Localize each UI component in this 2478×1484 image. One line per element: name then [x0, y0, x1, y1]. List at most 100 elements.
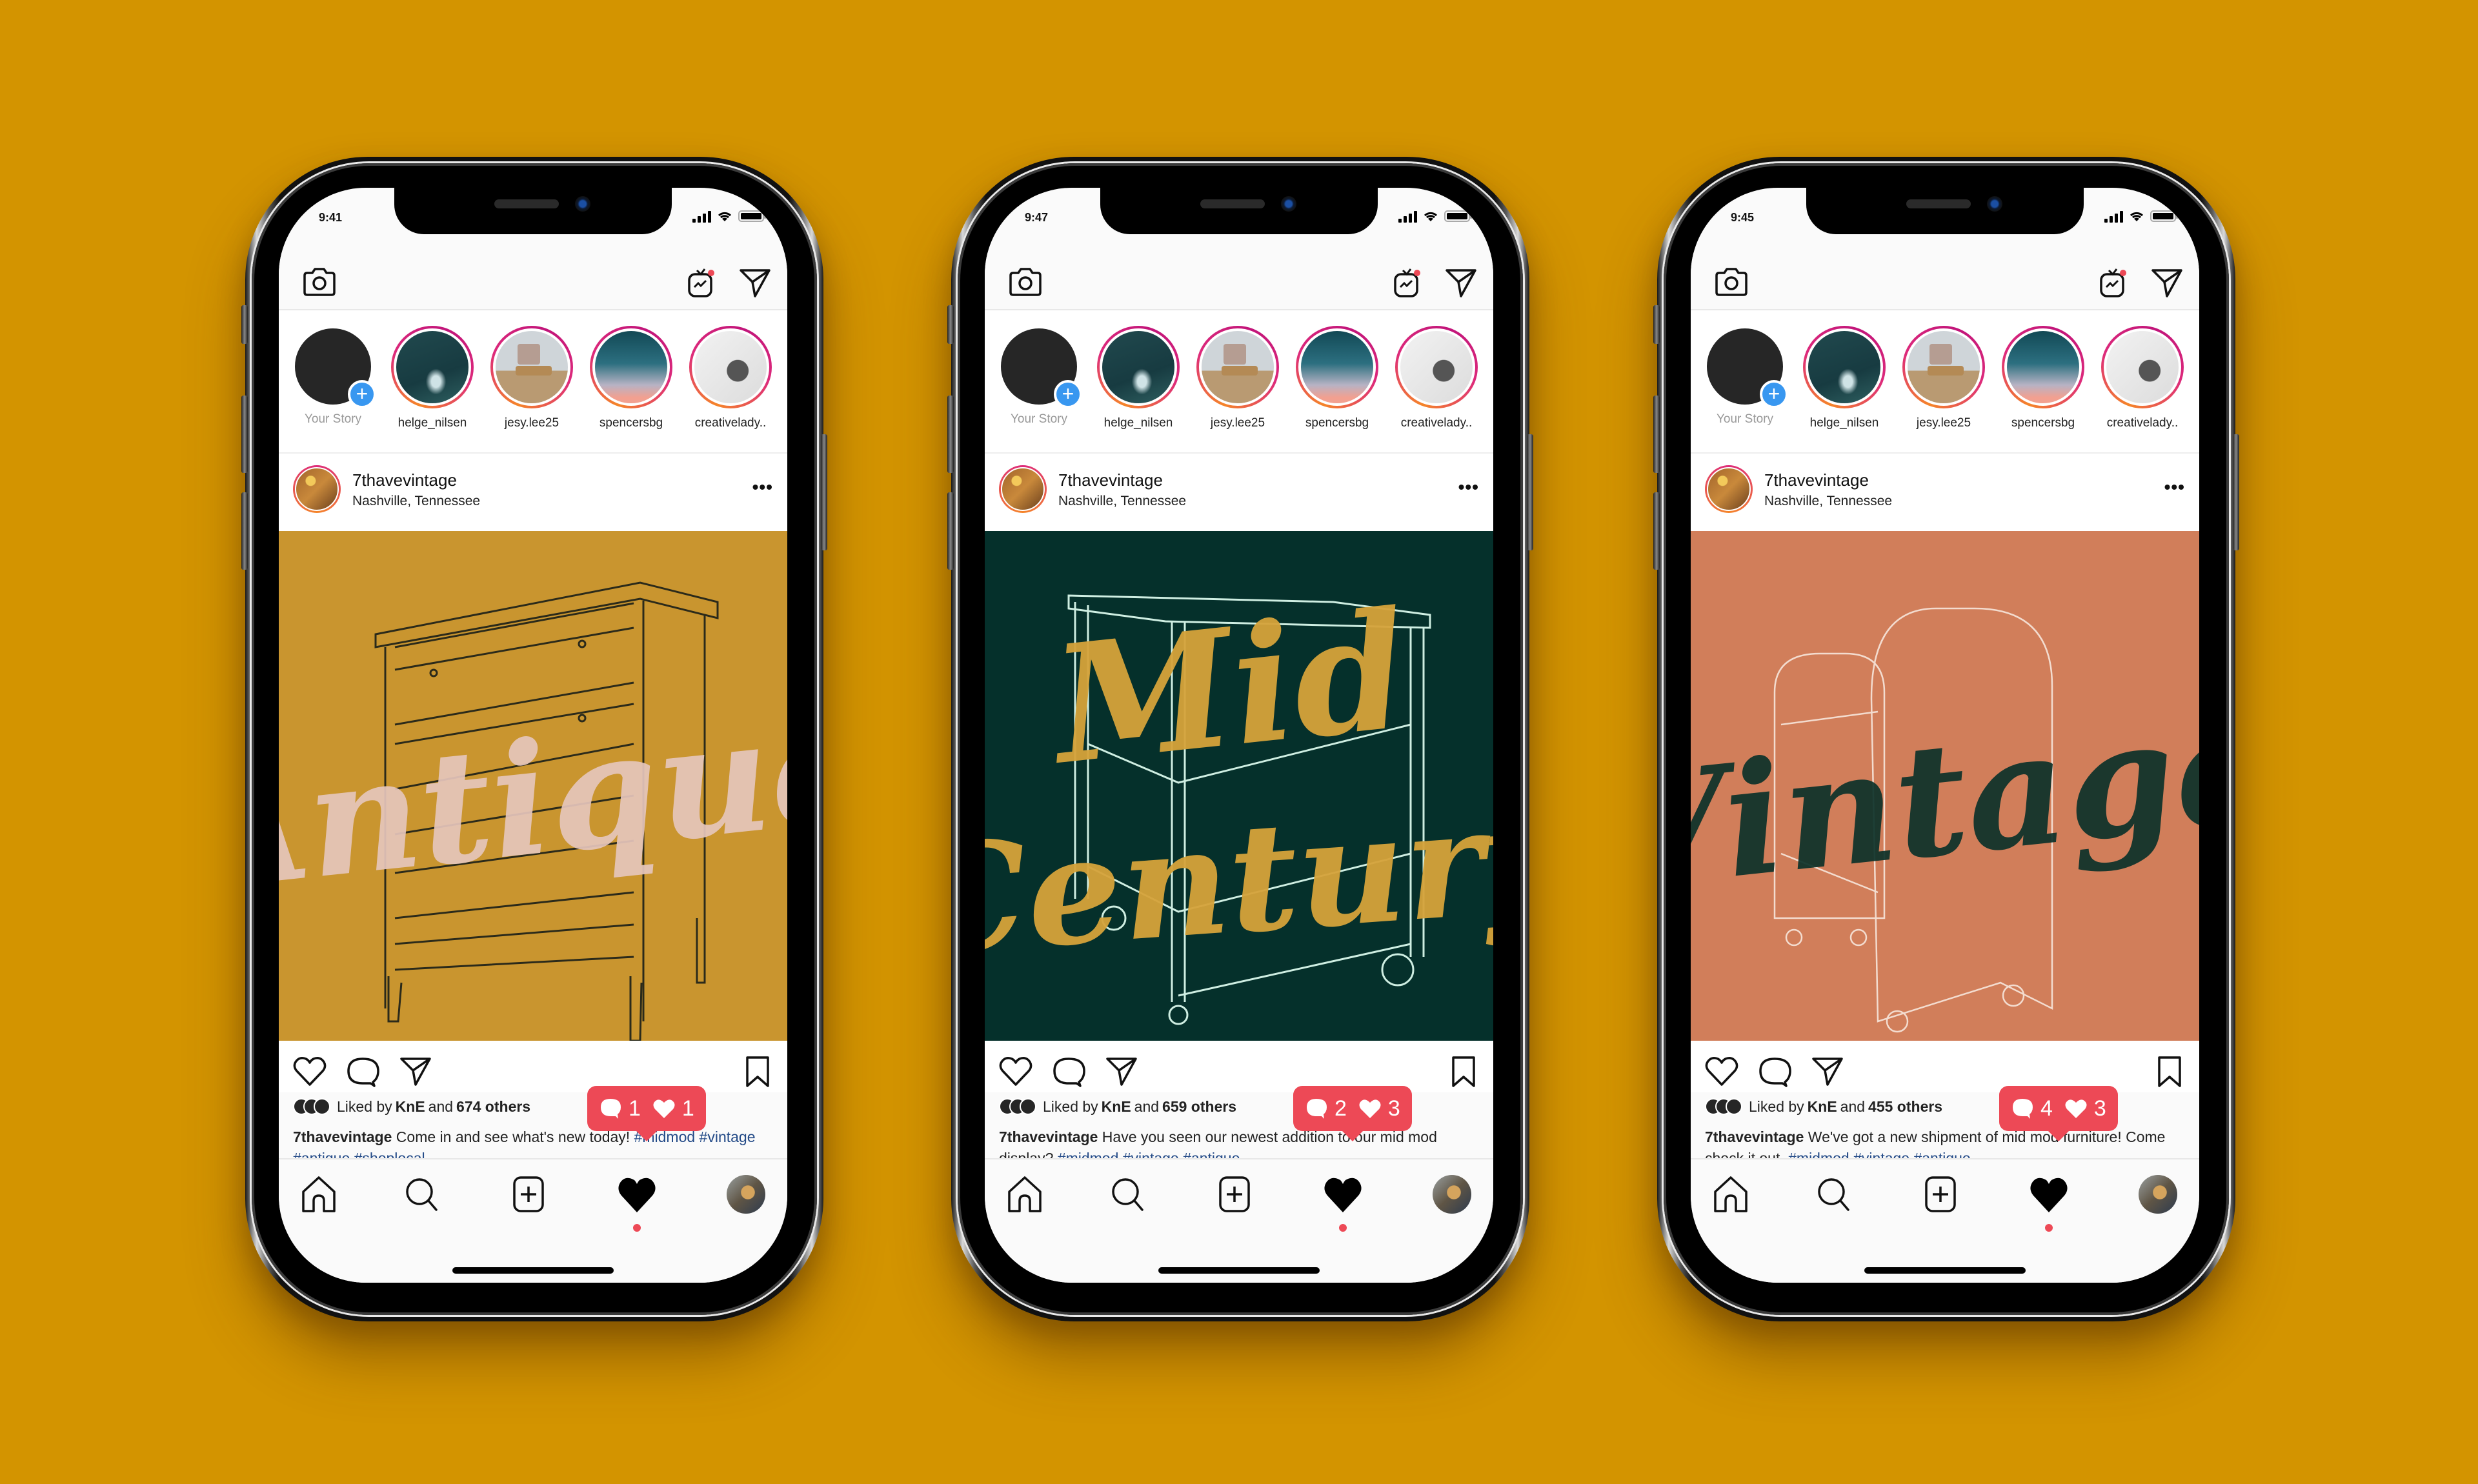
story-your-story[interactable]: + Your Story	[994, 326, 1084, 426]
home-indicator[interactable]	[1864, 1267, 2026, 1274]
bookmark-icon[interactable]	[2151, 1054, 2188, 1088]
story-item[interactable]: jesy.lee25	[1899, 326, 1989, 430]
add-story-icon[interactable]: +	[348, 380, 376, 408]
liked-by-user[interactable]: KnE	[1102, 1098, 1131, 1116]
camera-icon[interactable]	[302, 266, 337, 297]
story-ring[interactable]	[490, 326, 573, 408]
bookmark-icon[interactable]	[1446, 1054, 1482, 1088]
your-story-avatar[interactable]: +	[1707, 328, 1788, 408]
story-ring[interactable]	[2002, 326, 2084, 408]
heart-outline-icon[interactable]	[292, 1054, 328, 1088]
add-story-icon[interactable]: +	[1054, 380, 1082, 408]
heart-outline-icon[interactable]	[998, 1054, 1034, 1088]
heart-outline-icon[interactable]	[1704, 1054, 1740, 1088]
activity-notification-bubble[interactable]: 4 3	[1999, 1086, 2118, 1131]
search-icon[interactable]	[401, 1175, 443, 1214]
story-ring[interactable]	[1395, 326, 1478, 408]
direct-message-icon[interactable]	[1444, 266, 1478, 299]
share-icon[interactable]	[398, 1054, 434, 1088]
profile-avatar[interactable]	[1433, 1175, 1471, 1214]
liked-by-count[interactable]: 455 others	[1868, 1098, 1942, 1116]
story-item[interactable]: creativelady..	[1391, 326, 1482, 430]
caption-username[interactable]: 7thavevintage	[293, 1128, 392, 1145]
search-icon[interactable]	[1813, 1175, 1855, 1214]
story-item[interactable]: spencersbg	[1292, 326, 1382, 430]
add-story-icon[interactable]: +	[1760, 380, 1788, 408]
activity-notification-bubble[interactable]: 1 1	[587, 1086, 706, 1131]
more-options-icon[interactable]: •••	[2164, 477, 2185, 497]
post-location[interactable]: Nashville, Tennessee	[1764, 494, 1892, 509]
story-ring[interactable]	[391, 326, 474, 408]
post-author-avatar[interactable]	[1705, 465, 1753, 513]
story-ring[interactable]	[1803, 326, 1886, 408]
home-icon[interactable]	[1710, 1175, 1751, 1214]
story-ring[interactable]	[1902, 326, 1985, 408]
post-username[interactable]: 7thavevintage	[1058, 470, 1163, 490]
your-story-avatar[interactable]: +	[1001, 328, 1082, 408]
liked-by-user[interactable]: KnE	[1808, 1098, 1837, 1116]
post-author-avatar[interactable]	[293, 465, 341, 513]
story-ring[interactable]	[1196, 326, 1279, 408]
igtv-icon[interactable]	[1391, 264, 1425, 299]
story-ring[interactable]	[1097, 326, 1180, 408]
activity-heart-icon[interactable]	[1322, 1175, 1364, 1214]
post-actions	[985, 1041, 1493, 1092]
profile-avatar[interactable]	[2139, 1175, 2177, 1214]
direct-message-icon[interactable]	[2150, 266, 2184, 299]
more-options-icon[interactable]: •••	[1458, 477, 1479, 497]
new-post-icon[interactable]	[1214, 1175, 1255, 1214]
post-username[interactable]: 7thavevintage	[352, 470, 457, 490]
bookmark-icon[interactable]	[740, 1054, 776, 1088]
story-item[interactable]: jesy.lee25	[1193, 326, 1283, 430]
your-story-avatar[interactable]: +	[295, 328, 376, 408]
direct-message-icon[interactable]	[738, 266, 772, 299]
camera-icon[interactable]	[1008, 266, 1043, 297]
home-icon[interactable]	[1004, 1175, 1045, 1214]
liked-by-count[interactable]: 659 others	[1162, 1098, 1236, 1116]
post-author-avatar[interactable]	[999, 465, 1047, 513]
story-ring[interactable]	[689, 326, 772, 408]
story-item[interactable]: spencersbg	[1998, 326, 2088, 430]
story-item[interactable]: helge_nilsen	[387, 326, 478, 430]
share-icon[interactable]	[1103, 1054, 1140, 1088]
home-indicator[interactable]	[1158, 1267, 1320, 1274]
share-icon[interactable]	[1809, 1054, 1846, 1088]
caption-username[interactable]: 7thavevintage	[1705, 1128, 1804, 1145]
camera-icon[interactable]	[1714, 266, 1749, 297]
story-your-story[interactable]: + Your Story	[1700, 326, 1790, 426]
story-item[interactable]: helge_nilsen	[1093, 326, 1184, 430]
story-ring[interactable]	[2101, 326, 2184, 408]
activity-notification-bubble[interactable]: 2 3	[1293, 1086, 1412, 1131]
post-image[interactable]: Vintage	[1691, 531, 2199, 1041]
story-your-story[interactable]: + Your Story	[288, 326, 378, 426]
post-image[interactable]: Mid Century	[985, 531, 1493, 1041]
story-item[interactable]: jesy.lee25	[487, 326, 577, 430]
home-indicator[interactable]	[452, 1267, 614, 1274]
liked-by-count[interactable]: 674 others	[456, 1098, 530, 1116]
comment-icon[interactable]	[1757, 1054, 1793, 1088]
story-item[interactable]: creativelady..	[2097, 326, 2188, 430]
story-item[interactable]: spencersbg	[586, 326, 676, 430]
liked-by-user[interactable]: KnE	[396, 1098, 425, 1116]
new-post-icon[interactable]	[1920, 1175, 1961, 1214]
story-item[interactable]: helge_nilsen	[1799, 326, 1889, 430]
new-post-icon[interactable]	[508, 1175, 549, 1214]
story-item[interactable]: creativelady..	[685, 326, 776, 430]
comment-icon[interactable]	[345, 1054, 381, 1088]
home-icon[interactable]	[298, 1175, 339, 1214]
search-icon[interactable]	[1107, 1175, 1149, 1214]
activity-heart-icon[interactable]	[2028, 1175, 2070, 1214]
igtv-icon[interactable]	[2097, 264, 2131, 299]
caption-username[interactable]: 7thavevintage	[999, 1128, 1098, 1145]
story-ring[interactable]	[1296, 326, 1378, 408]
post-username[interactable]: 7thavevintage	[1764, 470, 1869, 490]
more-options-icon[interactable]: •••	[752, 477, 773, 497]
comment-icon[interactable]	[1051, 1054, 1087, 1088]
post-location[interactable]: Nashville, Tennessee	[1058, 494, 1186, 509]
post-location[interactable]: Nashville, Tennessee	[352, 494, 480, 509]
activity-heart-icon[interactable]	[616, 1175, 658, 1214]
igtv-icon[interactable]	[685, 264, 719, 299]
post-image[interactable]: Antique	[279, 531, 787, 1041]
profile-avatar[interactable]	[727, 1175, 765, 1214]
story-ring[interactable]	[590, 326, 672, 408]
